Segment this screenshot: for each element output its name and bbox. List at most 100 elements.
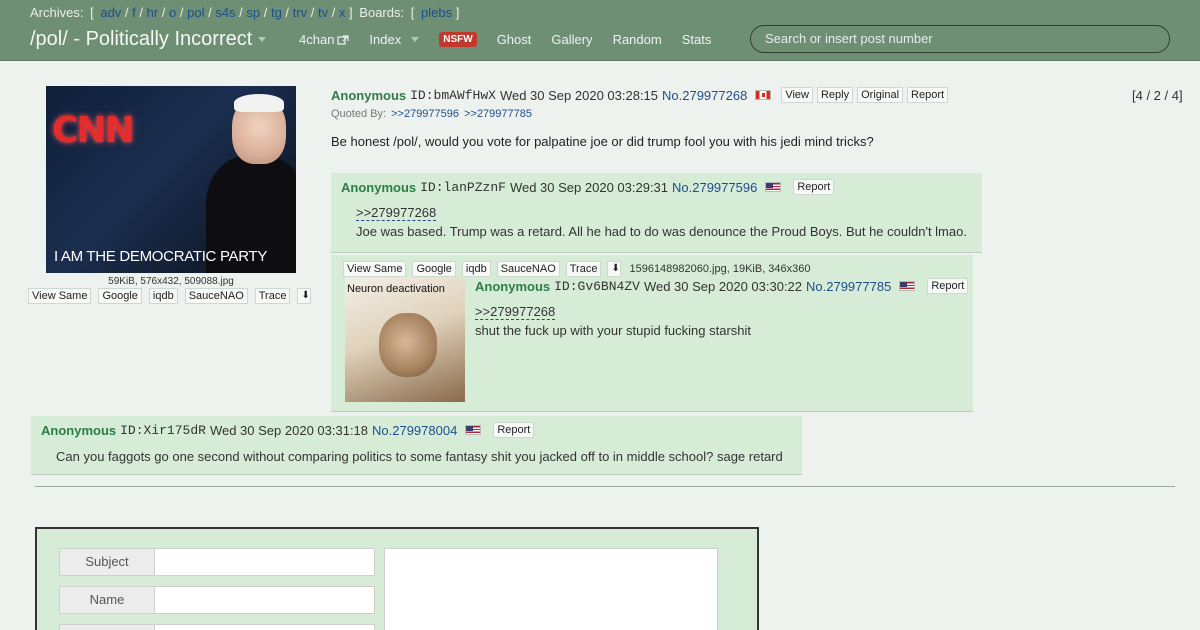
post-date: Wed 30 Sep 2020 03:30:22 [643,278,803,294]
reply-post: View Same Google iqdb SauceNAO Trace ⬇ 1… [331,255,973,412]
archive-link-sp[interactable]: sp [246,5,260,20]
board-title[interactable]: /pol/ - Politically Incorrect [30,28,267,51]
view-button[interactable]: View [781,87,813,103]
iqdb-button[interactable]: iqdb [148,288,178,304]
report-button[interactable]: Report [927,278,969,294]
reply-thumbnail[interactable]: Neuron deactivation [345,277,465,402]
chevron-down-icon [411,37,420,42]
reply-header: Anonymous ID:Xir175dR Wed 30 Sep 2020 03… [41,422,535,438]
report-button[interactable]: Report [793,179,835,195]
chevron-down-icon [258,37,267,43]
post-form: Subject Name [35,527,759,630]
op-post-body: Be honest /pol/, would you vote for palp… [331,134,874,149]
nav-ghost[interactable]: Ghost [497,32,532,47]
quote-link[interactable]: >>279977268 [475,304,556,320]
reply-image-tools: View Same Google iqdb SauceNAO Trace ⬇ 1… [343,261,811,277]
archive-link-x[interactable]: x [339,5,346,20]
options-input[interactable] [155,624,375,630]
thumbnail-caption: I AM THE DEMOCRATIC PARTY [54,248,268,265]
op-thumbnail[interactable]: CNN I AM THE DEMOCRATIC PARTY [46,86,296,273]
archive-link-hr[interactable]: hr [147,5,159,20]
poster-name: Anonymous [341,179,417,195]
board-title-text: /pol/ - Politically Incorrect [30,28,253,50]
nav-4chan[interactable]: 4chan [299,32,350,47]
poster-id[interactable]: ID:Gv6BN4ZV [554,279,640,294]
poster-name: Anonymous [41,422,117,438]
report-button[interactable]: Report [493,422,535,438]
post-number[interactable]: No.279978004 [372,423,457,438]
saucenao-button[interactable]: SauceNAO [496,261,560,277]
archive-link-adv[interactable]: adv [100,5,121,20]
saucenao-button[interactable]: SauceNAO [184,288,248,304]
thumbnail-caption: Neuron deactivation [347,283,445,295]
trace-button[interactable]: Trace [254,288,291,304]
poster-id[interactable]: ID:bmAWfHwX [410,88,496,103]
reply-body: Joe was based. Trump was a retard. All h… [356,224,967,239]
download-icon[interactable]: ⬇ [297,288,312,304]
nav-random[interactable]: Random [613,32,662,47]
op-image-tools: View Same Google iqdb SauceNAO Trace ⬇ [28,288,312,304]
download-icon[interactable]: ⬇ [607,261,622,277]
archive-link-pol[interactable]: pol [187,5,204,20]
reply-header: Anonymous ID:lanPZznF Wed 30 Sep 2020 03… [341,179,835,195]
google-button[interactable]: Google [412,261,456,277]
comment-textarea[interactable] [384,548,718,630]
post-date: Wed 30 Sep 2020 03:28:15 [499,87,659,103]
poster-id[interactable]: ID:lanPZznF [420,180,506,195]
boards-label: Boards: [359,5,405,20]
iqdb-button[interactable]: iqdb [461,261,491,277]
archive-link-s4s[interactable]: s4s [215,5,235,20]
main-nav: 4chan Index NSFW Ghost Gallery Random St… [299,32,731,47]
quoted-by-link[interactable]: >>279977785 [464,108,532,120]
op-actions: View Reply Original Report [781,87,949,103]
search-input[interactable]: Search or insert post number [750,25,1170,53]
post-number[interactable]: No.279977785 [806,279,891,294]
google-button[interactable]: Google [98,288,142,304]
external-link-icon [337,34,350,45]
subject-row: Subject [59,548,375,576]
archive-link-f[interactable]: f [132,5,136,20]
view-same-button[interactable]: View Same [28,288,92,304]
quote-link[interactable]: >>279977268 [356,205,437,221]
archive-link-tg[interactable]: tg [271,5,282,20]
nav-stats[interactable]: Stats [682,32,712,47]
quoted-by: Quoted By: >>279977596 >>279977785 [331,108,533,120]
top-header: Archives: [ adv / f / hr / o / pol / s4s… [0,0,1200,61]
op-post-header: Anonymous ID:bmAWfHwX Wed 30 Sep 2020 03… [331,87,949,103]
original-button[interactable]: Original [857,87,904,103]
options-row [59,624,375,630]
reply-post: Anonymous ID:Xir175dR Wed 30 Sep 2020 03… [31,416,802,475]
reply-file-info: 1596148982060.jpg, 19KiB, 346x360 [629,263,811,275]
board-link-plebs[interactable]: plebs [421,5,452,20]
poster-name: Anonymous [475,278,551,294]
subject-input[interactable] [155,548,375,576]
name-label: Name [59,586,155,614]
options-label [59,624,155,630]
archive-link-tv[interactable]: tv [318,5,328,20]
thread-counts: [4 / 2 / 4] [1132,88,1183,103]
op-file-info: 59KiB, 576x432, 509088.jpg [108,276,234,287]
post-date: Wed 30 Sep 2020 03:31:18 [209,422,369,438]
reply-header: Anonymous ID:Gv6BN4ZV Wed 30 Sep 2020 03… [475,278,969,294]
archives-bar: Archives: [ adv / f / hr / o / pol / s4s… [30,5,460,20]
archives-label: Archives: [30,5,84,20]
quoted-by-link[interactable]: >>279977596 [391,108,459,120]
name-input[interactable] [155,586,375,614]
reply-button[interactable]: Reply [816,87,854,103]
post-number[interactable]: No.279977268 [662,88,747,103]
canada-flag-icon [755,90,772,100]
subject-label: Subject [59,548,155,576]
reply-post: Anonymous ID:lanPZznF Wed 30 Sep 2020 03… [331,173,982,253]
trace-button[interactable]: Trace [565,261,602,277]
us-flag-icon [465,425,482,435]
view-same-button[interactable]: View Same [343,261,407,277]
post-number[interactable]: No.279977596 [672,180,757,195]
nsfw-badge: NSFW [439,32,477,47]
post-date: Wed 30 Sep 2020 03:29:31 [509,179,669,195]
archive-link-trv[interactable]: trv [293,5,307,20]
archive-link-o[interactable]: o [169,5,176,20]
nav-index[interactable]: Index [369,32,420,47]
report-button[interactable]: Report [907,87,949,103]
poster-id[interactable]: ID:Xir175dR [120,423,206,438]
nav-gallery[interactable]: Gallery [551,32,592,47]
